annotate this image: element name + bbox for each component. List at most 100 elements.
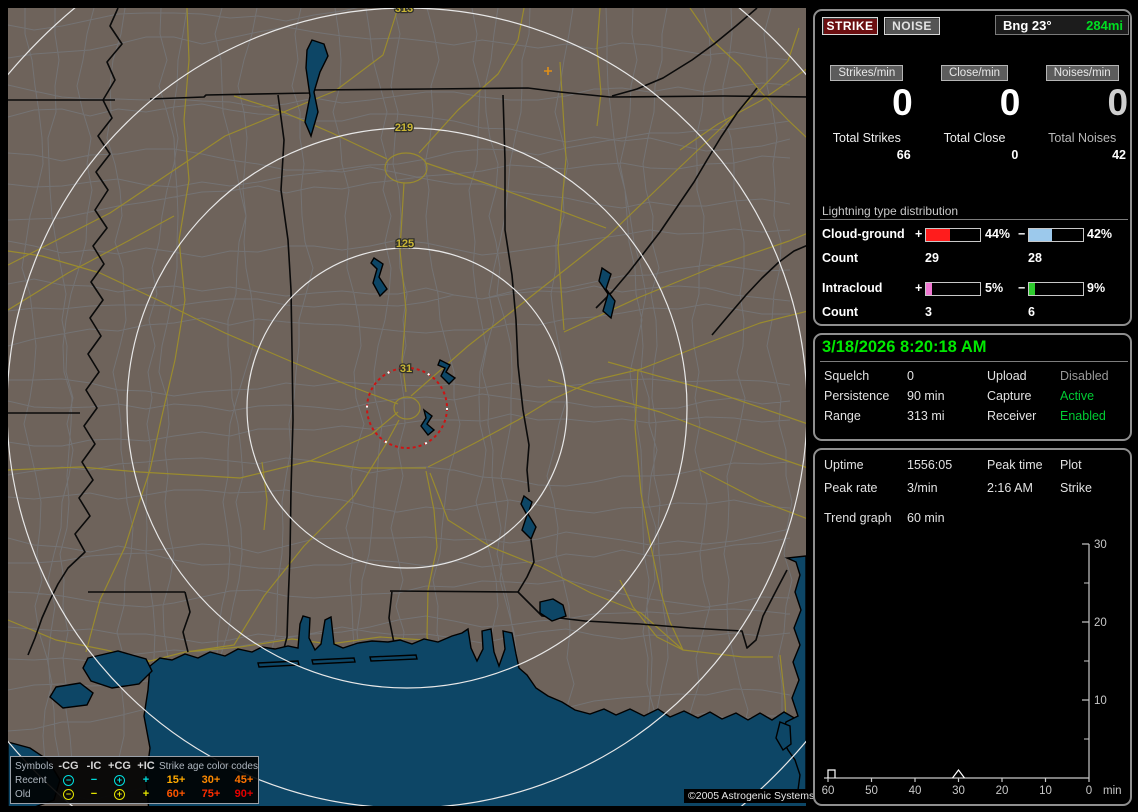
total-close-label: Total Close [943,131,1006,145]
intracloud-label: Intracloud [822,281,883,295]
cg-minus-pct: 42% [1087,227,1113,241]
cg-minus-count: 28 [1028,251,1042,265]
ic-minus-bar [1028,282,1084,296]
neg-cg-recent-icon: − [55,774,82,786]
svg-text:min: min [1103,785,1122,797]
bearing-display: Bng 23° 284mi [995,15,1129,35]
upload-label: Upload [987,369,1027,383]
ic-minus-pct: 9% [1087,281,1106,295]
strike-button[interactable]: STRIKE [822,17,878,35]
range-value: 313 mi [907,409,945,423]
noises-per-min-value: 0 [1107,82,1129,123]
strikes-per-min-label[interactable]: Strikes/min [830,65,904,81]
range-label: Range [824,409,861,423]
distribution-header: Lightning type distribution [822,204,959,218]
intracloud-row: Intracloud + 5% − 9% [815,281,1130,296]
count-label: Count [822,251,859,265]
receiver-label: Receiver [987,409,1037,423]
age-30: 30+ [201,774,221,786]
map-canvas: 313 219 125 31 [8,8,806,806]
svg-text:20: 20 [996,785,1009,797]
age-15: 15+ [166,774,186,786]
capture-label: Capture [987,389,1032,403]
age-90: 90+ [234,788,254,800]
trend-panel: Uptime 1556:05 Peak time Plot Peak rate … [813,448,1132,806]
total-strikes-value: 66 [896,148,911,162]
copyright-label: ©2005 Astrogenic Systems [684,789,819,803]
bearing-distance: 284mi [1086,18,1123,33]
app-window: 313 219 125 31 Symbols -CG -IC +CG +IC S… [0,0,1138,812]
svg-text:10: 10 [1094,695,1107,707]
age-45: 45+ [234,774,254,786]
total-strikes-label: Total Strikes [832,131,901,145]
receiver-status: Enabled [1060,409,1106,423]
counters-panel: STRIKE NOISE Bng 23° 284mi Strikes/min 0… [813,9,1132,326]
total-noises-value: 42 [1112,148,1127,162]
legend-header-row: Symbols -CG -IC +CG +IC Strike age color… [15,759,258,773]
ring-label-219: 219 [395,122,413,134]
pos-cg-old-icon: + [106,788,133,800]
count-label: Count [822,305,859,319]
total-close-value: 0 [1011,148,1019,162]
svg-text:10: 10 [1039,785,1052,797]
legend-old-row: Old − − + + 60+ 75+ 90+ [15,787,258,801]
legend-age-header: Strike age color codes [159,760,258,772]
legend-col-neg-cg: -CG [58,760,79,772]
svg-text:0: 0 [1086,785,1092,797]
ic-plus-pct: 5% [985,281,1004,295]
cg-minus-bar [1028,228,1084,242]
noises-per-min-label[interactable]: Noises/min [1045,65,1119,81]
pos-ic-old-icon: + [142,788,150,800]
strikes-column: Strikes/min 0 Total Strikes 66 [819,63,915,162]
noise-button[interactable]: NOISE [884,17,940,35]
neg-ic-recent-icon: − [90,774,98,786]
ring-label-31: 31 [400,363,412,375]
age-60: 60+ [166,788,186,800]
distribution-divider [820,219,1128,220]
persistence-value: 90 min [907,389,945,403]
svg-text:30: 30 [952,785,965,797]
trend-graph: 30 20 10 60 50 40 30 20 10 0 min [822,539,1122,797]
close-per-min-value: 0 [999,82,1021,123]
cg-plus-count: 29 [925,251,939,265]
legend-col-pos-ic: +IC [137,760,155,772]
total-noises-label: Total Noises [1048,131,1117,145]
ic-plus-count: 3 [925,305,932,319]
neg-ic-old-icon: − [90,788,98,800]
close-column: Close/min 0 Total Close 0 [927,63,1023,162]
datetime-display: 3/18/2026 8:20:18 AM [822,338,987,356]
minus-sign: − [1018,227,1026,241]
radar-map[interactable]: 313 219 125 31 Symbols -CG -IC +CG +IC S… [8,8,819,806]
svg-text:60: 60 [822,785,835,797]
strikes-per-min-value: 0 [892,82,913,123]
svg-text:50: 50 [865,785,878,797]
neg-cg-old-icon: − [55,788,82,800]
plus-sign: + [915,227,923,241]
persistence-label: Persistence [824,389,890,403]
minus-sign: − [1018,281,1026,295]
squelch-label: Squelch [824,369,870,383]
datetime-divider [820,361,1128,362]
noises-column: Noises/min 0 Total Noises 42 [1034,63,1130,162]
legend-col-pos-cg: +CG [108,760,131,772]
squelch-value: 0 [907,369,914,383]
plus-sign: + [915,281,923,295]
ring-label-313: 313 [395,8,413,15]
cloud-ground-label: Cloud-ground [822,227,905,241]
legend-recent-label: Recent [15,774,47,786]
rate-columns: Strikes/min 0 Total Strikes 66 Close/min… [815,63,1130,162]
svg-text:40: 40 [909,785,922,797]
svg-text:20: 20 [1094,617,1107,629]
close-per-min-label[interactable]: Close/min [940,65,1009,81]
cg-plus-pct: 44% [985,227,1011,241]
ic-minus-count: 6 [1028,305,1035,319]
capture-status: Active [1060,389,1095,403]
legend-col-neg-ic: -IC [86,760,102,772]
age-75: 75+ [201,788,221,800]
status-panel: 3/18/2026 8:20:18 AM Squelch 0 Upload Di… [813,333,1132,441]
pos-ic-recent-icon: + [142,774,150,786]
ring-label-125: 125 [396,238,414,250]
pos-cg-recent-icon: + [106,774,133,786]
upload-status: Disabled [1060,369,1109,383]
legend-recent-row: Recent − − + + 15+ 30+ 45+ [15,773,258,787]
